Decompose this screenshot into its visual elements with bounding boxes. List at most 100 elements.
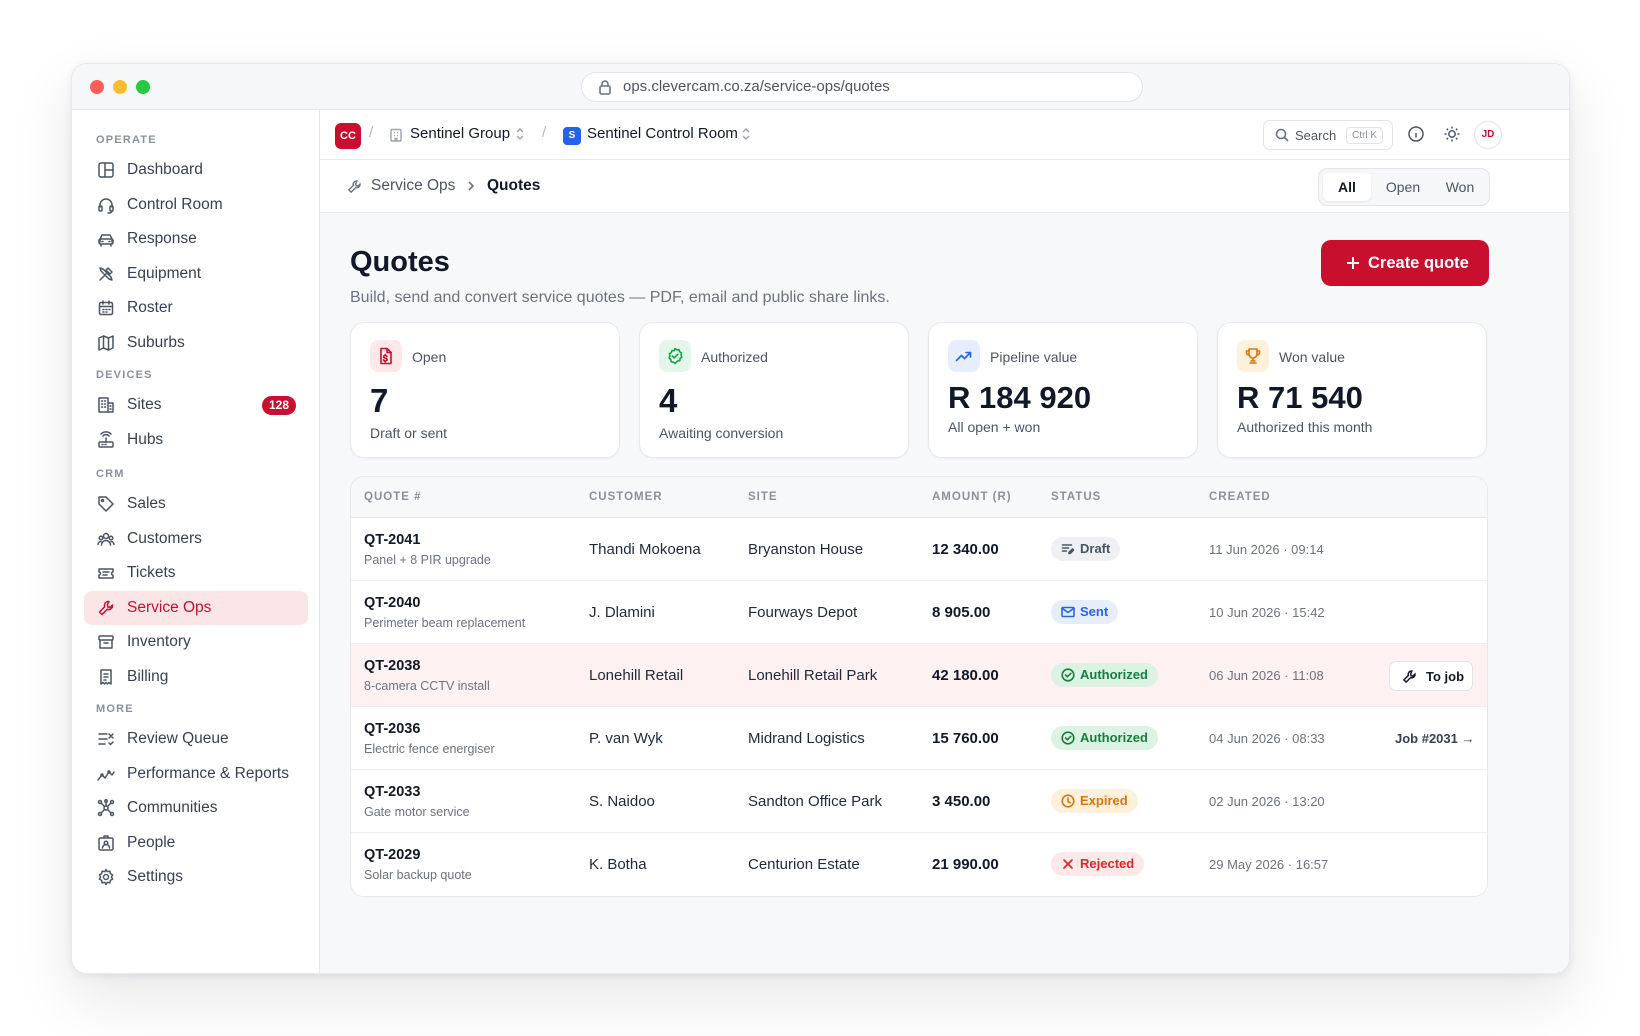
sidebar-item-billing[interactable]: Billing	[84, 660, 308, 694]
quote-id[interactable]: QT-2029	[364, 847, 420, 863]
sidebar-item-control-room[interactable]: Control Room	[84, 188, 308, 222]
stat-value: R 184 920	[948, 380, 1092, 415]
stat-title: Pipeline value	[990, 349, 1078, 365]
sun-icon[interactable]	[1443, 125, 1461, 143]
headset-icon	[98, 197, 114, 214]
column-header-site[interactable]: SITE	[748, 491, 778, 503]
tab-open[interactable]: Open	[1375, 173, 1431, 201]
sidebar-item-customers[interactable]: Customers	[84, 522, 308, 556]
created-date: 02 Jun 2026 · 13:20	[1209, 794, 1325, 809]
quote-description: Electric fence energiser	[364, 742, 495, 756]
main-content: Quotes Build, send and convert service q…	[320, 214, 1569, 973]
address-bar[interactable]: ops.clevercam.co.za/service-ops/quotes	[581, 72, 1143, 102]
search-label: Search	[1295, 128, 1337, 143]
sidebar-item-label: Service Ops	[127, 598, 212, 616]
quote-id[interactable]: QT-2033	[364, 784, 420, 800]
sidebar-item-review-queue[interactable]: Review Queue	[84, 722, 308, 756]
stat-description: All open + won	[948, 419, 1041, 435]
sidebar-item-service-ops[interactable]: Service Ops	[84, 590, 308, 625]
sidebar-item-hubs[interactable]: Hubs	[84, 423, 308, 457]
table-row[interactable]: QT-2029 Solar backup quote K. Botha Centuri…	[351, 833, 1487, 896]
site-switcher[interactable]: Sentinel Control Room	[587, 125, 738, 142]
building-icon	[98, 397, 114, 413]
ticket-icon	[98, 568, 114, 579]
sidebar-item-label: Inventory	[127, 633, 191, 650]
convert-to-job-button[interactable]: To job	[1389, 661, 1473, 691]
sidebar-section-operate: OPERATE	[96, 134, 157, 146]
column-header-status[interactable]: STATUS	[1051, 491, 1101, 503]
info-icon[interactable]	[1407, 125, 1425, 143]
column-header-amount-r[interactable]: AMOUNT (R)	[932, 491, 1012, 503]
job-link[interactable]: Job #2031 →	[1395, 731, 1475, 746]
quote-description: Perimeter beam replacement	[364, 616, 526, 630]
quote-id[interactable]: QT-2038	[364, 658, 420, 674]
close-window-button[interactable]	[90, 80, 104, 94]
sidebar-item-label: Review Queue	[127, 730, 229, 747]
sidebar-item-label: Hubs	[127, 430, 164, 448]
user-avatar[interactable]: JD	[1474, 121, 1502, 149]
wrench-icon	[98, 600, 114, 615]
browser-window: ops.clevercam.co.za/service-ops/quotes O…	[71, 63, 1570, 974]
stat-card-pipeline-value: Pipeline value R 184 920 All open + won	[928, 322, 1198, 458]
table-row[interactable]: QT-2033 Gate motor service S. Naidoo Sandto…	[351, 770, 1487, 833]
quote-id[interactable]: QT-2036	[364, 721, 420, 737]
quote-id[interactable]: QT-2040	[364, 595, 420, 611]
table-row[interactable]: QT-2036 Electric fence energiser P. van Wy…	[351, 707, 1487, 770]
table-row[interactable]: QT-2040 Perimeter beam replacement J. Dlam…	[351, 581, 1487, 644]
quote-description: Gate motor service	[364, 805, 470, 819]
sidebar-item-response[interactable]: Response	[84, 222, 308, 256]
sidebar-item-inventory[interactable]: Inventory	[84, 625, 308, 659]
create-quote-button[interactable]: Create quote	[1321, 240, 1489, 286]
sidebar-item-suburbs[interactable]: Suburbs	[84, 326, 308, 360]
tab-all[interactable]: All	[1323, 173, 1371, 201]
stat-icon-box	[1237, 340, 1269, 372]
sidebar-item-sites[interactable]: Sites 128	[84, 388, 308, 422]
quote-amount: 15 760.00	[932, 730, 999, 747]
column-header-created[interactable]: CREATED	[1209, 491, 1271, 503]
sidebar-item-dashboard[interactable]: Dashboard	[84, 153, 308, 187]
sidebar-item-label: Communities	[127, 799, 218, 816]
sidebar-item-equipment[interactable]: Equipment	[84, 257, 308, 291]
sidebar-item-communities[interactable]: Communities	[84, 791, 308, 825]
quote-description: Panel + 8 PIR upgrade	[364, 553, 491, 567]
table-row[interactable]: QT-2038 8-camera CCTV install Lonehill Ret…	[351, 644, 1487, 707]
site-name: Bryanston House	[748, 541, 864, 558]
org-switcher[interactable]: Sentinel Group	[410, 125, 510, 142]
tab-won[interactable]: Won	[1435, 173, 1485, 201]
chevron-updown-icon[interactable]	[741, 127, 751, 141]
filter-tabs: All Open Won	[1318, 168, 1490, 206]
sidebar: OPERATE Dashboard Control Room Response Equi…	[72, 110, 320, 973]
quote-id[interactable]: QT-2041	[364, 532, 420, 548]
sidebar-item-settings[interactable]: Settings	[84, 860, 308, 894]
maximize-window-button[interactable]	[136, 80, 150, 94]
layout-icon	[98, 162, 114, 178]
quote-amount: 8 905.00	[932, 604, 991, 621]
chevron-updown-icon[interactable]	[515, 127, 525, 141]
created-date: 29 May 2026 · 16:57	[1209, 857, 1329, 872]
column-header-customer[interactable]: CUSTOMER	[589, 491, 663, 503]
sidebar-item-performance-reports[interactable]: Performance & Reports	[84, 757, 308, 791]
sidebar-item-tickets[interactable]: Tickets	[84, 556, 308, 590]
plus-icon	[1347, 257, 1359, 269]
sidebar-item-sales[interactable]: Sales	[84, 487, 308, 521]
breadcrumb-service-ops[interactable]: Service Ops	[371, 177, 455, 195]
customer-name: K. Botha	[589, 856, 647, 873]
archive-icon	[98, 635, 114, 649]
stat-icon-box	[370, 340, 402, 372]
stat-description: Draft or sent	[370, 425, 448, 441]
quotes-table: QUOTE # CUSTOMER SITE AMOUNT (R) STATUS CREAT…	[350, 476, 1488, 897]
trophy-icon	[1245, 348, 1261, 364]
minimize-window-button[interactable]	[113, 80, 127, 94]
sidebar-item-roster[interactable]: Roster	[84, 291, 308, 325]
sidebar-item-label: Sites	[127, 396, 162, 413]
status-sent-icon	[1061, 606, 1075, 618]
column-header-quote[interactable]: QUOTE #	[364, 491, 421, 503]
sidebar-item-label: Billing	[127, 667, 169, 685]
status-label: Authorized	[1080, 730, 1148, 745]
search-button[interactable]: Search Ctrl K	[1263, 120, 1393, 150]
sidebar-item-people[interactable]: People	[84, 826, 308, 860]
router-icon	[98, 430, 114, 448]
status-badge: Sent	[1051, 600, 1119, 624]
table-row[interactable]: QT-2041 Panel + 8 PIR upgrade Thandi Mokoe…	[351, 518, 1487, 581]
stat-description: Authorized this month	[1237, 419, 1373, 435]
